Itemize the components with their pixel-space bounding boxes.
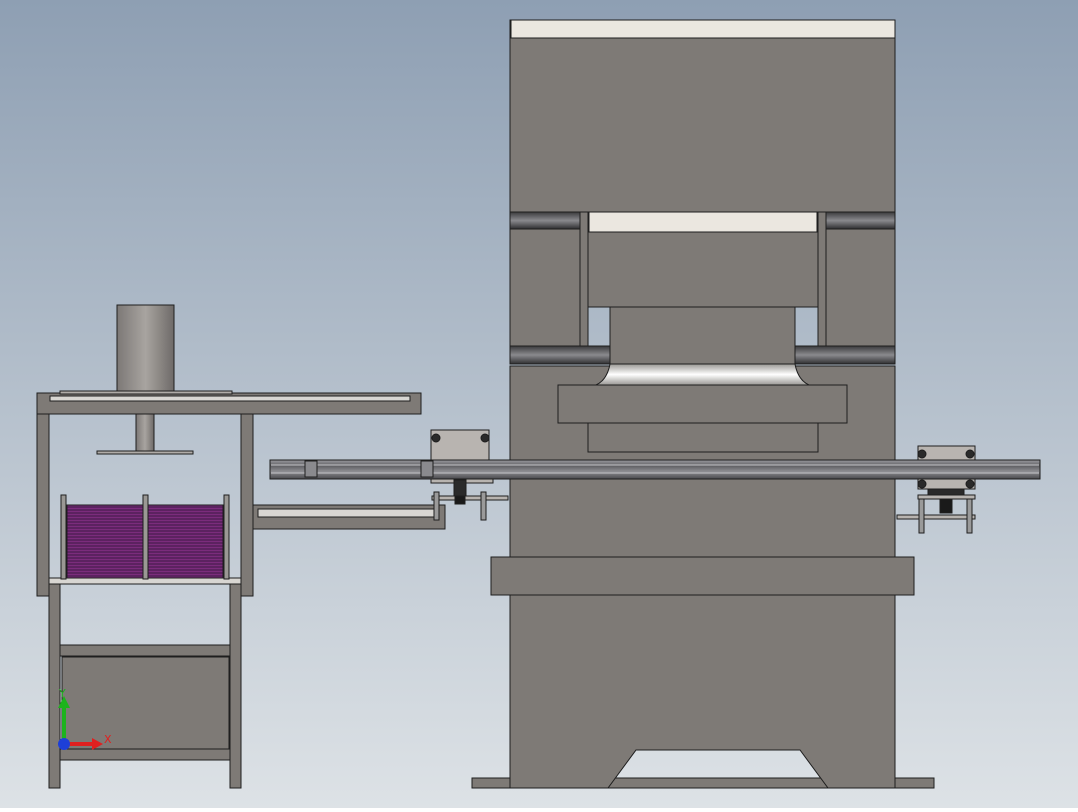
pusher-plate — [96, 450, 194, 455]
left-carriage-bolt-2 — [480, 433, 490, 443]
stack-guide-center — [142, 494, 149, 580]
stack-guide-left — [60, 494, 67, 580]
left-spring-2 — [480, 491, 487, 521]
stand-cabinet — [61, 656, 230, 750]
left-carriage-bolt-1 — [431, 433, 441, 443]
left-gripper-plate — [431, 495, 509, 501]
right-gripper-bolt-2 — [965, 479, 975, 489]
rail-clamp-2 — [420, 460, 434, 478]
right-upright — [825, 228, 896, 347]
stand-right-leg — [229, 580, 242, 789]
right-carriage-bolt-1 — [917, 449, 927, 459]
right-gripper-arm — [896, 514, 976, 520]
right-gripper-plate — [917, 494, 976, 500]
stand-bottom-rail — [59, 748, 231, 761]
ram-fillet — [595, 363, 810, 386]
stand-mid-rail — [59, 644, 231, 657]
right-spring-1 — [918, 498, 925, 534]
left-upright — [509, 228, 581, 347]
left-spring-1 — [433, 491, 440, 521]
piston-rod — [135, 413, 155, 453]
frame-right-wall — [240, 392, 254, 597]
rail-clamp-1 — [304, 460, 318, 478]
guide-post-left — [579, 211, 589, 347]
crown-top-highlight — [510, 19, 896, 39]
ram-neck — [609, 306, 796, 367]
guide-post-right — [817, 211, 827, 347]
lower-tie-bar-left — [509, 345, 611, 365]
cad-viewport[interactable]: Y X — [0, 0, 1078, 808]
feed-chute-slot — [257, 508, 437, 518]
pusher-cylinder — [116, 304, 175, 394]
press-crown — [509, 19, 896, 213]
frame-left-wall — [36, 392, 50, 597]
top-plate-rail — [49, 395, 411, 402]
right-spring-2 — [966, 498, 973, 534]
press-bolster — [490, 556, 915, 596]
z-axis-dot — [58, 738, 70, 750]
assembly-drawing: Y X — [0, 0, 1078, 808]
right-carriage-bolt-2 — [965, 449, 975, 459]
stack-guide-right — [223, 494, 230, 580]
upper-tie-bar-left — [509, 211, 581, 230]
left-carriage-block — [430, 429, 490, 461]
right-gripper-pad — [939, 498, 953, 514]
ram-top-highlight — [588, 211, 818, 233]
linear-rail — [269, 459, 1041, 480]
cylinder-mount-plate — [59, 390, 233, 395]
lower-tie-bar-right — [794, 345, 896, 365]
upper-die — [587, 422, 819, 453]
left-gripper-pad — [454, 495, 466, 505]
upper-die-plate — [557, 384, 848, 424]
upper-tie-bar-right — [825, 211, 896, 230]
right-gripper-body — [927, 488, 965, 496]
left-gripper-body — [453, 479, 467, 497]
y-axis-label: Y — [58, 687, 66, 700]
right-gripper-bolt-1 — [917, 479, 927, 489]
hydraulic-press[interactable] — [471, 19, 935, 789]
stand-left-leg — [48, 580, 61, 789]
x-axis-label: X — [104, 733, 112, 746]
